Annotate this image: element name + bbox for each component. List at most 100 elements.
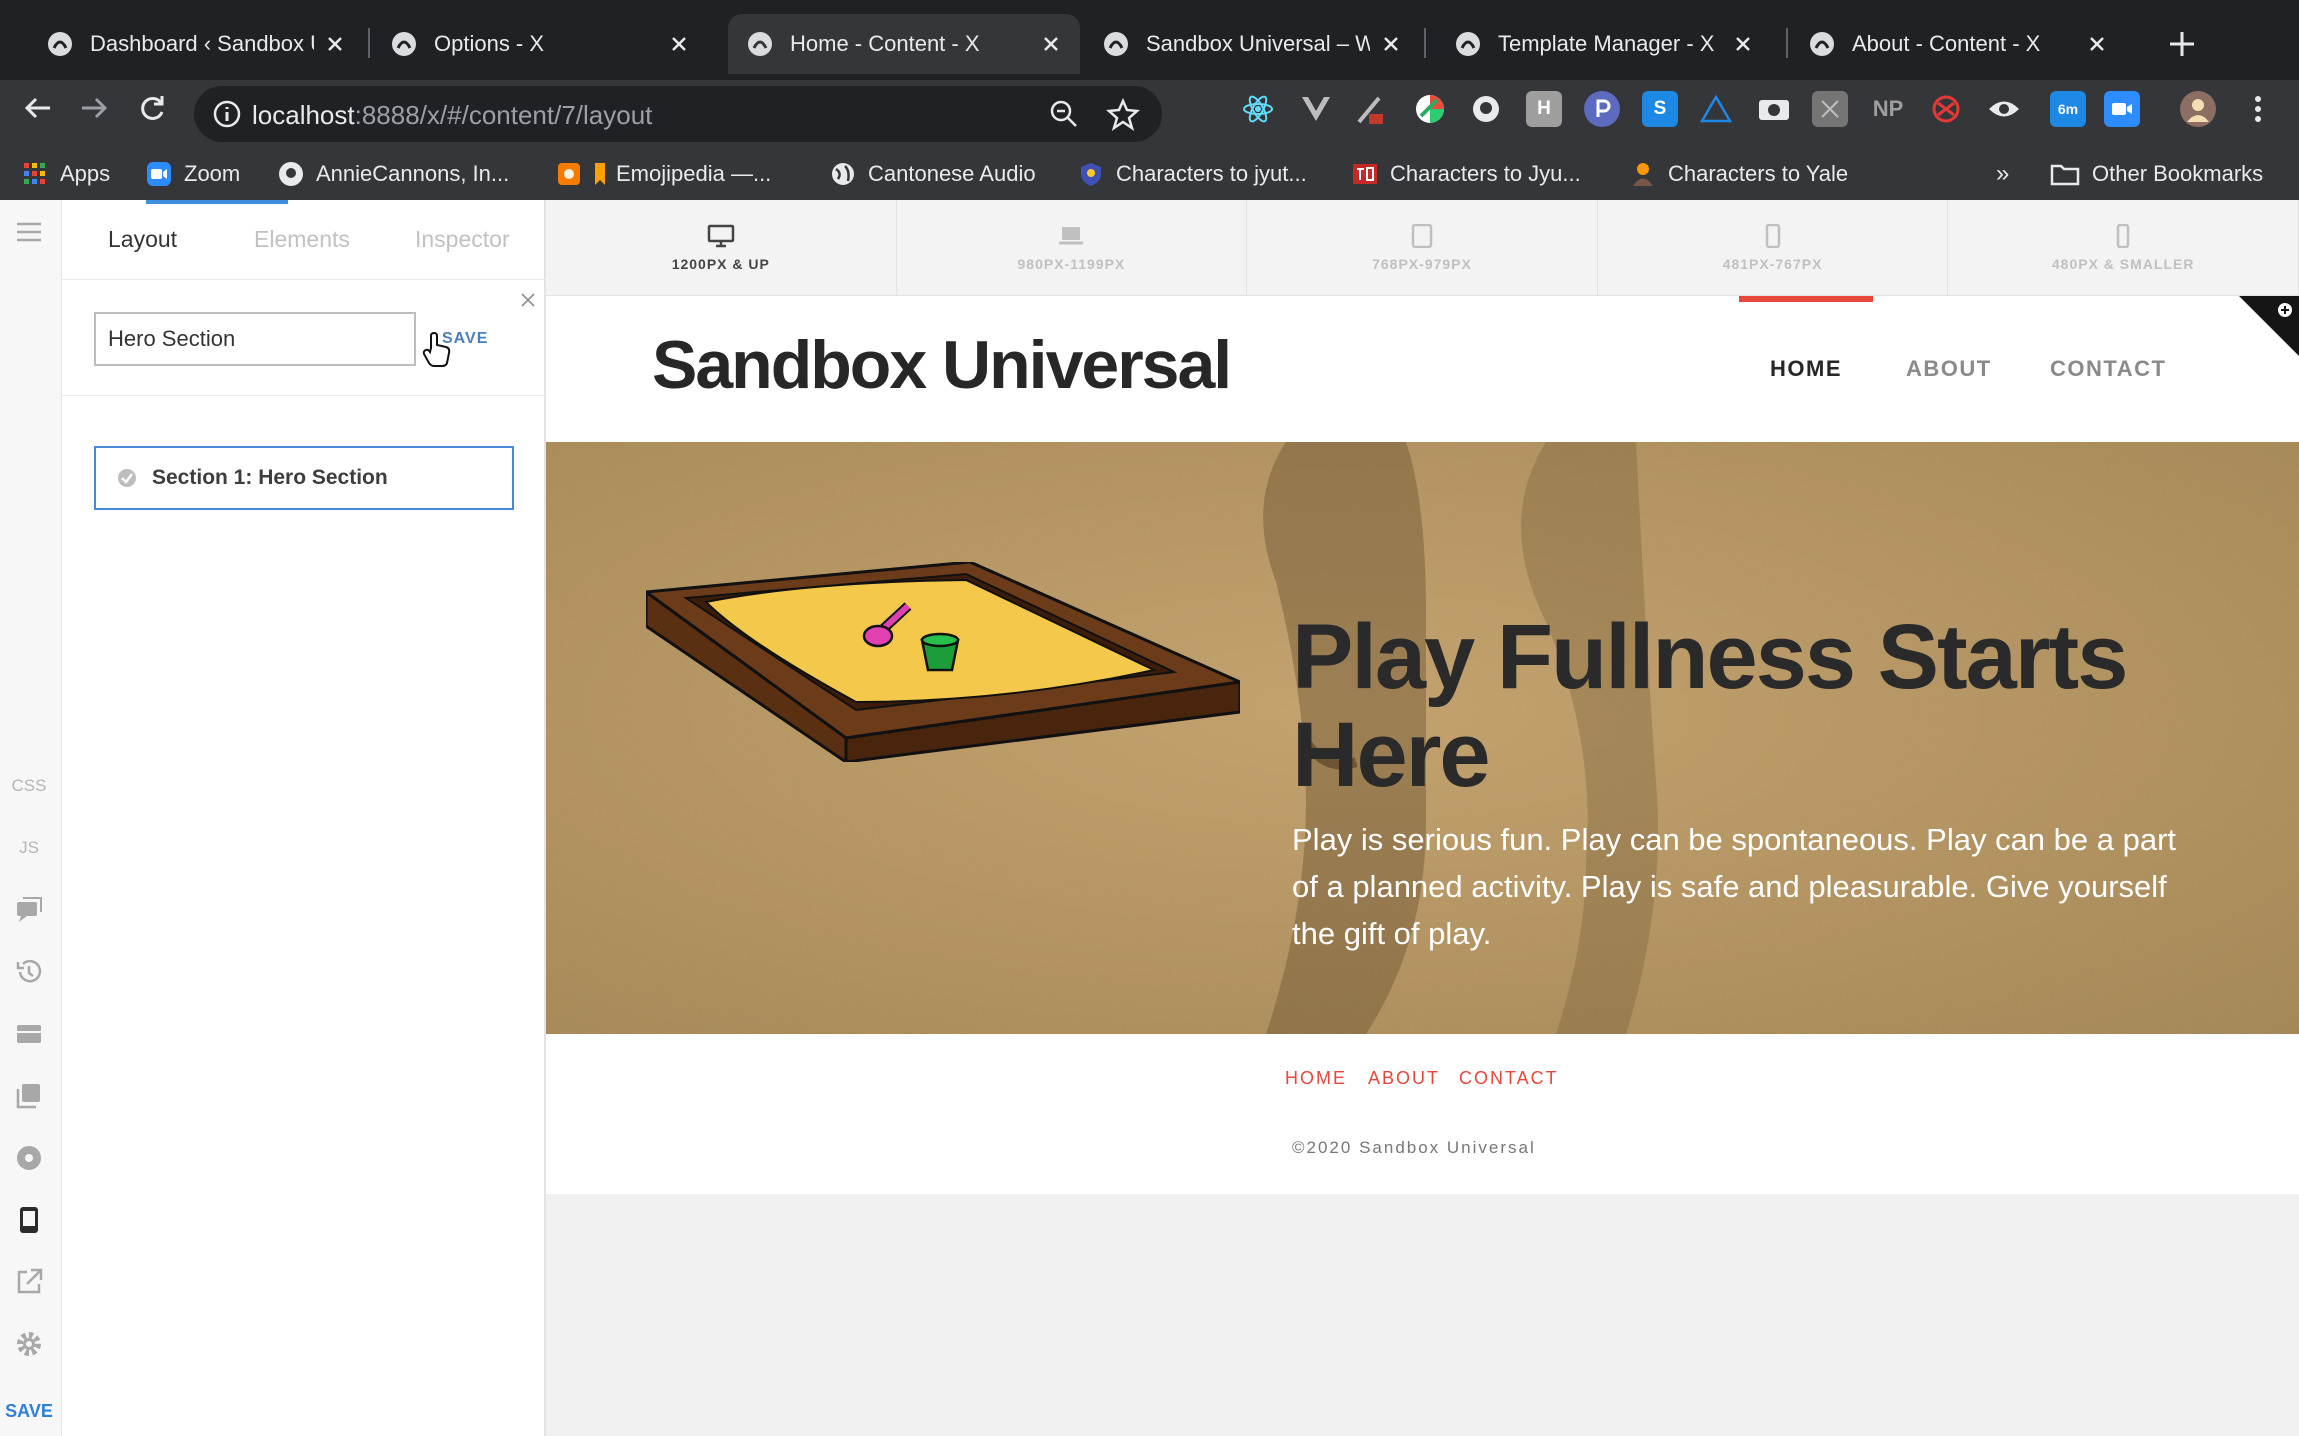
back-arrow-icon[interactable] <box>20 90 56 126</box>
circle-icon[interactable] <box>13 1142 45 1174</box>
tablet-small-icon <box>1765 223 1780 248</box>
chat-bubble-icon[interactable] <box>13 894 45 926</box>
breakpoint-tablet-small[interactable]: 481PX-767PX <box>1598 200 1949 295</box>
save-button[interactable]: SAVE <box>0 1401 58 1422</box>
reload-icon[interactable] <box>134 90 170 126</box>
camera-extension-icon[interactable] <box>1756 91 1792 127</box>
templates-icon[interactable] <box>13 1080 45 1112</box>
tab-favicon-icon <box>392 32 416 56</box>
tab-elements[interactable]: Elements <box>254 226 350 253</box>
h-extension-icon[interactable]: H <box>1526 91 1562 127</box>
history-icon[interactable] <box>13 956 45 988</box>
bookmark-emojipedia[interactable]: Emojipedia —... <box>556 156 771 192</box>
github-extension-icon[interactable] <box>1468 91 1504 127</box>
bookmark-apps[interactable]: Apps <box>22 156 110 192</box>
profile-avatar[interactable] <box>2180 91 2216 127</box>
close-icon[interactable] <box>1040 33 1062 55</box>
section-name-input[interactable] <box>94 312 416 366</box>
hero-section[interactable]: Play Fullness Starts Here Play is seriou… <box>546 442 2299 1034</box>
breakpoint-phone[interactable]: 480PX & SMALLER <box>1948 200 2299 295</box>
breakpoint-label: 980PX-1199PX <box>1017 255 1126 272</box>
close-icon[interactable] <box>1732 33 1754 55</box>
bookmark-label: Characters to Yale <box>1668 161 1849 186</box>
url-host: localhost <box>252 100 355 130</box>
bookmark-characters-jyu[interactable]: Characters to Jyu... <box>1352 156 1581 192</box>
layout-icon[interactable] <box>13 1018 45 1050</box>
section-label: Section 1: Hero Section <box>152 466 388 489</box>
eye-extension-icon[interactable] <box>1986 91 2022 127</box>
react-extension-icon[interactable] <box>1240 91 1276 127</box>
s-extension-icon[interactable]: S <box>1642 91 1678 127</box>
p-extension-icon[interactable] <box>1584 91 1620 127</box>
js-rail-button[interactable]: JS <box>0 838 58 858</box>
breakpoint-bar: 1200PX & UP 980PX-1199PX 768PX-979PX 481… <box>546 200 2299 296</box>
close-icon[interactable] <box>1380 33 1402 55</box>
box-extension-icon[interactable] <box>1812 91 1848 127</box>
browser-tab[interactable]: Dashboard ‹ Sandbox U <box>28 14 364 74</box>
np-extension-icon[interactable]: NP <box>1870 91 1906 127</box>
zoom-extension-icon[interactable] <box>2104 91 2140 127</box>
tab-favicon-icon <box>1810 32 1834 56</box>
triangle-extension-icon[interactable] <box>1698 91 1734 127</box>
zoom-magnifier-icon[interactable] <box>1048 98 1080 130</box>
section-list-item[interactable]: Section 1: Hero Section <box>94 446 514 510</box>
bookmark-anniecannons[interactable]: AnnieCannons, In... <box>278 156 509 192</box>
browser-tab[interactable]: Options - X <box>372 14 708 74</box>
breakpoint-tablet[interactable]: 768PX-979PX <box>1247 200 1598 295</box>
tab-title: About - Content - X <box>1852 31 2041 56</box>
footer-nav-contact[interactable]: CONTACT <box>1459 1068 1559 1089</box>
close-icon[interactable] <box>324 33 346 55</box>
close-icon[interactable] <box>668 33 690 55</box>
css-rail-button[interactable]: CSS <box>0 776 58 796</box>
bookmark-other-folder[interactable]: Other Bookmarks <box>2050 156 2263 192</box>
forward-arrow-icon[interactable] <box>76 90 112 126</box>
bookmark-star-icon[interactable] <box>1106 97 1140 131</box>
swirl-extension-icon[interactable] <box>1928 91 1964 127</box>
paint-extension-icon[interactable] <box>1354 91 1390 127</box>
bookmark-zoom[interactable]: Zoom <box>146 156 240 192</box>
breakpoint-laptop[interactable]: 980PX-1199PX <box>897 200 1248 295</box>
desktop-icon <box>707 224 735 247</box>
browser-tab[interactable]: About - Content - X <box>1790 14 2126 74</box>
close-icon[interactable] <box>2086 33 2108 55</box>
breakpoint-label: 768PX-979PX <box>1372 255 1472 272</box>
new-tab-plus-icon[interactable] <box>2164 26 2200 62</box>
tab-layout[interactable]: Layout <box>108 226 177 253</box>
browser-tab[interactable]: Template Manager - X <box>1436 14 1772 74</box>
site-info-icon[interactable] <box>212 99 242 129</box>
browser-tab-active[interactable]: Home - Content - X <box>728 14 1080 74</box>
nav-home[interactable]: HOME <box>1770 356 1842 382</box>
external-link-icon[interactable] <box>13 1266 45 1298</box>
browser-tab[interactable]: Sandbox Universal – W <box>1084 14 1420 74</box>
footer-nav-home[interactable]: HOME <box>1285 1068 1347 1089</box>
bookmark-label: Other Bookmarks <box>2092 161 2264 186</box>
nav-about[interactable]: ABOUT <box>1906 356 1992 382</box>
bookmark-characters-yale[interactable]: Characters to Yale <box>1630 156 1848 192</box>
color-extension-icon[interactable] <box>1412 91 1448 127</box>
vue-extension-icon[interactable] <box>1298 91 1334 127</box>
footer-nav-about[interactable]: ABOUT <box>1368 1068 1440 1089</box>
bookmark-cantonese-audio[interactable]: Cantonese Audio <box>830 156 1036 192</box>
github-icon <box>279 162 303 186</box>
bookmarks-overflow-chevron[interactable]: » <box>1996 156 2009 192</box>
browser-menu-icon[interactable] <box>2240 91 2276 127</box>
bookmark-characters-jyut[interactable]: Characters to jyut... <box>1078 156 1307 192</box>
breakpoint-desktop[interactable]: 1200PX & UP <box>546 200 897 295</box>
hamburger-menu-icon[interactable] <box>13 216 45 248</box>
bookmark-label: Characters to jyut... <box>1116 161 1307 186</box>
nav-contact[interactable]: CONTACT <box>2050 356 2166 382</box>
laptop-icon <box>1059 226 1084 244</box>
responsive-device-icon[interactable] <box>13 1204 45 1236</box>
tab-inspector[interactable]: Inspector <box>415 226 510 253</box>
settings-gear-icon[interactable] <box>13 1328 45 1360</box>
hero-heading[interactable]: Play Fullness Starts Here <box>1292 608 2192 804</box>
bookmark-label: Emojipedia —... <box>616 161 772 186</box>
tab-title: Template Manager - X <box>1498 31 1715 56</box>
address-bar[interactable]: localhost:8888/x/#/content/7/layout <box>194 86 1162 142</box>
hero-paragraph[interactable]: Play is serious fun. Play can be spontan… <box>1292 816 2192 957</box>
site-title[interactable]: Sandbox Universal <box>652 326 1232 404</box>
tab-separator <box>1786 28 1788 58</box>
timer-extension-icon[interactable]: 6m <box>2050 91 2086 127</box>
close-icon[interactable] <box>518 290 538 310</box>
builder-corner-badge[interactable] <box>2239 296 2299 356</box>
